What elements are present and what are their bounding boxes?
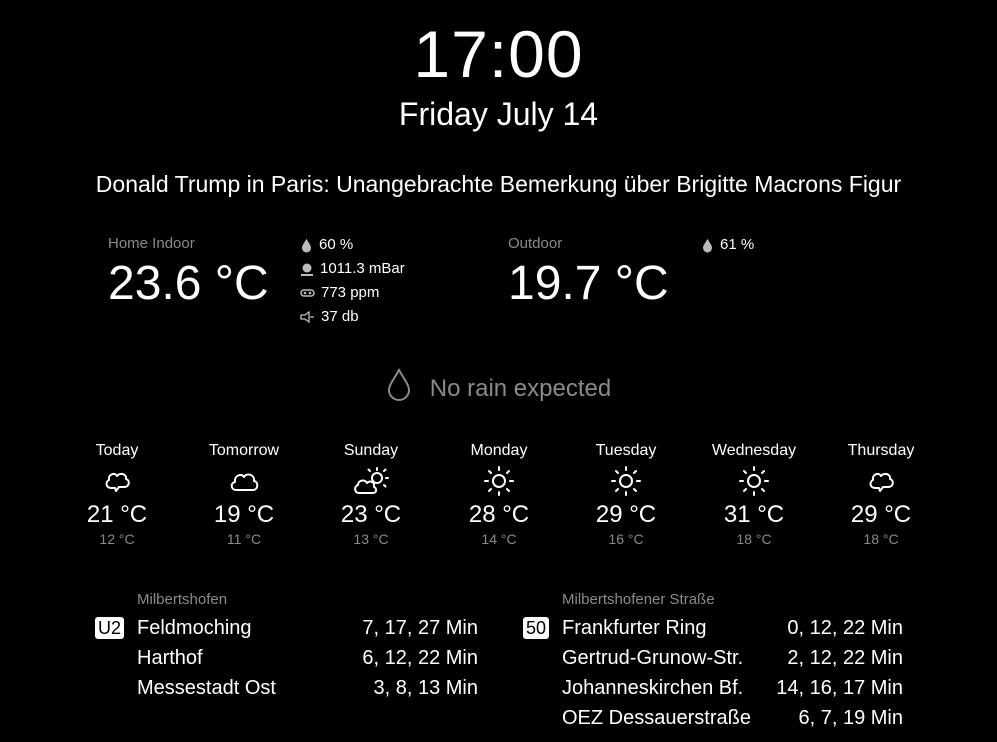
station-name: Milbertshofener Straße <box>562 591 715 608</box>
outdoor-metrics: 61 % <box>701 233 754 257</box>
forecast-day: Tuesday 29 °C 16 °C <box>566 440 686 548</box>
humidity-icon <box>300 238 313 253</box>
forecast-day: Thursday 29 °C 18 °C <box>821 440 941 548</box>
departure-destination: Feldmoching <box>137 617 252 639</box>
forecast-day-name: Monday <box>470 442 528 459</box>
station-name: Milbertshofen <box>137 591 228 608</box>
departure-destination: Johanneskirchen Bf. <box>562 677 744 699</box>
forecast-day-name: Tomorrow <box>208 442 280 459</box>
indoor-humidity: 60 % <box>300 233 405 257</box>
forecast-low: 18 °C <box>736 531 772 547</box>
forecast-high: 23 °C <box>340 501 402 528</box>
clock-time: 17:00 <box>413 17 584 91</box>
departure-times: 14, 16, 17 Min <box>776 677 903 699</box>
cloudy-icon <box>184 464 304 498</box>
forecast-low: 18 °C <box>863 531 899 547</box>
departure-times: 6, 7, 19 Min <box>798 707 903 729</box>
sunny-icon <box>566 464 686 498</box>
indoor-pressure-value: 1011.3 mBar <box>320 260 405 277</box>
forecast-low: 16 °C <box>608 531 644 547</box>
co2-icon <box>300 287 315 299</box>
news-headline: Donald Trump in Paris: Unangebrachte Bem… <box>95 171 902 197</box>
departure-row: U2 Feldmoching 7, 17, 27 Min <box>95 613 478 643</box>
forecast-low: 12 °C <box>99 531 135 547</box>
indoor-co2: 773 ppm <box>300 281 405 305</box>
departure-times: 0, 12, 22 Min <box>787 617 903 639</box>
departure-row: OEZ Dessauerstraße 6, 7, 19 Min <box>523 703 903 733</box>
forecast-day: Sunday 23 °C 13 °C <box>311 440 431 548</box>
outdoor-panel: Outdoor 19.7 °C <box>508 234 669 312</box>
line-badge: U2 <box>95 617 125 639</box>
rain-text: No rain expected <box>429 374 612 402</box>
indoor-noise: 37 db <box>300 305 405 329</box>
cloudy-icon <box>821 464 941 498</box>
departure-destination: Frankfurter Ring <box>562 617 707 639</box>
forecast-high: 21 °C <box>86 501 148 528</box>
forecast-day-name: Today <box>95 442 139 459</box>
indoor-temperature: 23.6 °C <box>108 257 269 310</box>
departure-times: 2, 12, 22 Min <box>787 647 903 669</box>
departure-destination: Harthof <box>137 647 203 669</box>
indoor-pressure: 1011.3 mBar <box>300 257 405 281</box>
forecast-high: 31 °C <box>723 501 785 528</box>
departure-times: 6, 12, 22 Min <box>362 647 478 669</box>
outdoor-label: Outdoor <box>508 235 563 252</box>
forecast-high: 19 °C <box>213 501 275 528</box>
line-badge: 50 <box>523 617 550 639</box>
indoor-metrics: 60 % 1011.3 mBar 773 ppm 37 db <box>300 233 405 329</box>
forecast-high: 29 °C <box>850 501 912 528</box>
outdoor-humidity-value: 61 % <box>720 236 755 253</box>
forecast-low: 11 °C <box>226 531 262 547</box>
rain-forecast: No rain expected <box>0 367 997 409</box>
departure-destination: Gertrud-Grunow-Str. <box>562 647 744 669</box>
forecast-low: 14 °C <box>481 531 517 547</box>
departure-times: 3, 8, 13 Min <box>373 677 478 699</box>
departure-row: Gertrud-Grunow-Str. 2, 12, 22 Min <box>523 643 903 673</box>
departure-row: Harthof 6, 12, 22 Min <box>95 643 478 673</box>
partly-sunny-icon <box>311 464 431 498</box>
forecast-day-name: Wednesday <box>711 442 797 459</box>
forecast-day: Today 21 °C 12 °C <box>57 440 177 548</box>
forecast-day: Tomorrow 19 °C 11 °C <box>184 440 304 548</box>
indoor-panel: Home Indoor 23.6 °C <box>108 234 269 312</box>
outdoor-humidity: 61 % <box>701 233 754 257</box>
forecast-day: Monday 28 °C 14 °C <box>439 440 559 548</box>
departure-times: 7, 17, 27 Min <box>362 617 478 639</box>
departure-row: Messestadt Ost 3, 8, 13 Min <box>95 673 478 703</box>
departure-row: 50 Frankfurter Ring 0, 12, 22 Min <box>523 613 903 643</box>
forecast-day-name: Sunday <box>343 442 399 459</box>
indoor-co2-value: 773 ppm <box>321 284 380 301</box>
departure-destination: Messestadt Ost <box>137 677 276 699</box>
forecast-high: 28 °C <box>468 501 530 528</box>
sunny-icon <box>439 464 559 498</box>
indoor-noise-value: 37 db <box>321 308 359 325</box>
clock-date: Friday July 14 <box>398 96 599 132</box>
forecast-high: 29 °C <box>595 501 657 528</box>
forecast-day-name: Thursday <box>847 442 915 459</box>
departure-destination: OEZ Dessauerstraße <box>562 707 751 729</box>
sunny-icon <box>694 464 814 498</box>
raindrop-icon <box>386 367 412 409</box>
cloudy-icon <box>57 464 177 498</box>
forecast-day: Wednesday 31 °C 18 °C <box>694 440 814 548</box>
indoor-label: Home Indoor <box>108 235 195 252</box>
departure-row: Johanneskirchen Bf. 14, 16, 17 Min <box>523 673 903 703</box>
humidity-icon <box>701 238 714 253</box>
outdoor-temperature: 19.7 °C <box>508 257 669 310</box>
noise-icon <box>300 311 315 323</box>
forecast-day-name: Tuesday <box>595 442 657 459</box>
forecast-low: 13 °C <box>353 531 389 547</box>
pressure-icon <box>300 262 314 277</box>
indoor-humidity-value: 60 % <box>319 236 354 253</box>
